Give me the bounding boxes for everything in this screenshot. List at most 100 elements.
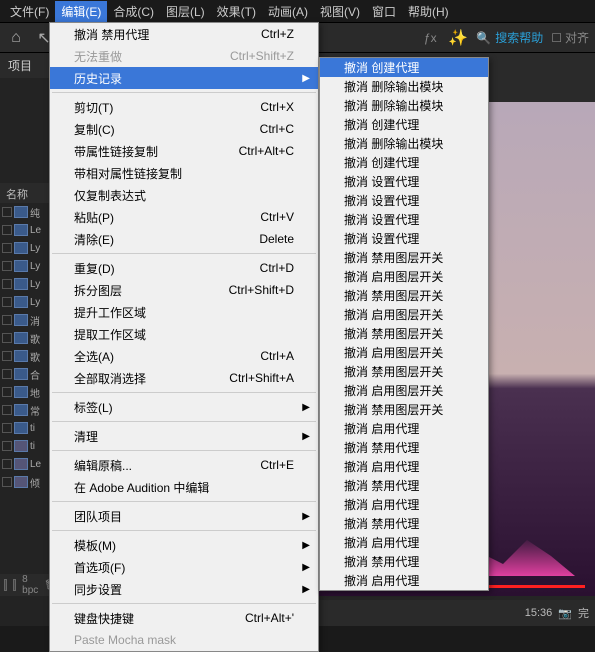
menu-item[interactable]: 清除(E)Delete <box>50 228 318 250</box>
history-item[interactable]: 撤消 禁用代理 <box>320 552 488 571</box>
checkbox-icon[interactable] <box>2 315 12 325</box>
history-item[interactable]: 撤消 启用图层开关 <box>320 343 488 362</box>
menu-item[interactable]: 重复(D)Ctrl+D <box>50 257 318 279</box>
history-item[interactable]: 撤消 启用图层开关 <box>320 267 488 286</box>
wand-icon[interactable]: ✨ <box>448 28 468 48</box>
menu-8[interactable]: 帮助(H) <box>402 1 455 22</box>
history-item[interactable]: 撤消 禁用代理 <box>320 438 488 457</box>
menu-item[interactable]: 提升工作区域 <box>50 301 318 323</box>
submenu-arrow-icon: ▶ <box>302 584 310 595</box>
menu-item[interactable]: 历史记录▶ <box>50 67 318 89</box>
menu-item[interactable]: 首选项(F)▶ <box>50 556 318 578</box>
checkbox-icon[interactable] <box>2 261 12 271</box>
history-item[interactable]: 撤消 创建代理 <box>320 58 488 77</box>
history-item[interactable]: 撤消 禁用图层开关 <box>320 362 488 381</box>
history-item[interactable]: 撤消 启用代理 <box>320 533 488 552</box>
history-item[interactable]: 撤消 创建代理 <box>320 153 488 172</box>
history-item[interactable]: 撤消 禁用代理 <box>320 514 488 533</box>
checkbox-icon[interactable] <box>2 333 12 343</box>
history-item[interactable]: 撤消 删除输出模块 <box>320 77 488 96</box>
history-item[interactable]: 撤消 启用代理 <box>320 457 488 476</box>
history-item[interactable]: 撤消 禁用图层开关 <box>320 286 488 305</box>
home-icon[interactable]: ⌂ <box>6 29 26 47</box>
menu-shortcut: Ctrl+V <box>260 210 294 224</box>
menu-separator <box>52 392 316 393</box>
checkbox-icon[interactable] <box>2 243 12 253</box>
history-item[interactable]: 撤消 禁用图层开关 <box>320 248 488 267</box>
color-swatch[interactable] <box>4 579 7 591</box>
menu-0[interactable]: 文件(F) <box>4 1 55 22</box>
menu-item[interactable]: 粘贴(P)Ctrl+V <box>50 206 318 228</box>
color-swatch-2[interactable] <box>13 579 16 591</box>
menu-item[interactable]: 拆分图层Ctrl+Shift+D <box>50 279 318 301</box>
menu-5[interactable]: 动画(A) <box>262 1 314 22</box>
menu-item[interactable]: 剪切(T)Ctrl+X <box>50 96 318 118</box>
checkbox-icon[interactable] <box>2 405 12 415</box>
history-item-label: 撤消 删除输出模块 <box>344 97 464 114</box>
history-item[interactable]: 撤消 启用图层开关 <box>320 381 488 400</box>
menu-item[interactable]: 团队项目▶ <box>50 505 318 527</box>
history-item[interactable]: 撤消 设置代理 <box>320 210 488 229</box>
history-item[interactable]: 撤消 启用代理 <box>320 495 488 514</box>
history-item[interactable]: 撤消 设置代理 <box>320 172 488 191</box>
fx-icon[interactable]: ƒx <box>420 31 440 45</box>
menu-item[interactable]: 编辑原稿...Ctrl+E <box>50 454 318 476</box>
checkbox-icon[interactable] <box>2 423 12 433</box>
menu-item[interactable]: 复制(C)Ctrl+C <box>50 118 318 140</box>
menu-item[interactable]: 带属性链接复制Ctrl+Alt+C <box>50 140 318 162</box>
item-label: 常 <box>30 403 40 418</box>
menu-item[interactable]: 标签(L)▶ <box>50 396 318 418</box>
history-item[interactable]: 撤消 禁用图层开关 <box>320 400 488 419</box>
menu-item[interactable]: 撤消 禁用代理Ctrl+Z <box>50 23 318 45</box>
menu-item[interactable]: 全选(A)Ctrl+A <box>50 345 318 367</box>
menu-4[interactable]: 效果(T) <box>211 1 262 22</box>
menu-item[interactable]: 仅复制表达式 <box>50 184 318 206</box>
history-item[interactable]: 撤消 创建代理 <box>320 115 488 134</box>
history-item[interactable]: 撤消 设置代理 <box>320 229 488 248</box>
history-item[interactable]: 撤消 禁用代理 <box>320 476 488 495</box>
history-item[interactable]: 撤消 启用图层开关 <box>320 305 488 324</box>
history-item-label: 撤消 设置代理 <box>344 192 464 209</box>
checkbox-icon[interactable] <box>2 387 12 397</box>
checkbox-icon[interactable] <box>2 297 12 307</box>
timecode[interactable]: 15:36 <box>525 607 553 619</box>
history-item-label: 撤消 禁用图层开关 <box>344 325 464 342</box>
search-help[interactable]: 🔍 搜索帮助 <box>476 29 543 46</box>
checkbox-icon[interactable] <box>2 279 12 289</box>
history-item[interactable]: 撤消 删除输出模块 <box>320 134 488 153</box>
item-label: 歌 <box>30 349 40 364</box>
menu-separator <box>52 253 316 254</box>
checkbox-icon[interactable] <box>2 459 12 469</box>
history-item[interactable]: 撤消 删除输出模块 <box>320 96 488 115</box>
history-item[interactable]: 撤消 禁用图层开关 <box>320 324 488 343</box>
menu-item[interactable]: 清理▶ <box>50 425 318 447</box>
menu-7[interactable]: 窗口 <box>366 1 402 22</box>
item-label: Ly <box>30 261 40 272</box>
menu-item-label: 重复(D) <box>74 260 220 277</box>
menu-1[interactable]: 编辑(E) <box>55 1 107 22</box>
menu-item[interactable]: 模板(M)▶ <box>50 534 318 556</box>
menu-6[interactable]: 视图(V) <box>314 1 366 22</box>
history-item[interactable]: 撤消 启用代理 <box>320 419 488 438</box>
checkbox-icon[interactable] <box>2 441 12 451</box>
menu-item[interactable]: 提取工作区域 <box>50 323 318 345</box>
history-item[interactable]: 撤消 设置代理 <box>320 191 488 210</box>
camera-icon[interactable]: 📷 <box>558 607 572 620</box>
checkbox-icon[interactable] <box>2 369 12 379</box>
checkbox-icon[interactable] <box>2 207 12 217</box>
menu-item-label: 带属性链接复制 <box>74 143 199 160</box>
align-toggle[interactable]: ☐ 对齐 <box>551 29 589 46</box>
history-item[interactable]: 撤消 启用代理 <box>320 571 488 590</box>
menu-item[interactable]: 同步设置▶ <box>50 578 318 600</box>
menu-item[interactable]: 全部取消选择Ctrl+Shift+A <box>50 367 318 389</box>
menu-item[interactable]: 带相对属性链接复制 <box>50 162 318 184</box>
checkbox-icon[interactable] <box>2 477 12 487</box>
menu-3[interactable]: 图层(L) <box>160 1 211 22</box>
checkbox-icon[interactable] <box>2 351 12 361</box>
checkbox-icon[interactable] <box>2 225 12 235</box>
bpc-label[interactable]: 8 bpc <box>22 574 38 596</box>
menu-item-label: 拆分图层 <box>74 282 189 299</box>
history-item-label: 撤消 禁用图层开关 <box>344 249 464 266</box>
menu-item[interactable]: 在 Adobe Audition 中编辑 <box>50 476 318 498</box>
menu-2[interactable]: 合成(C) <box>107 1 160 22</box>
